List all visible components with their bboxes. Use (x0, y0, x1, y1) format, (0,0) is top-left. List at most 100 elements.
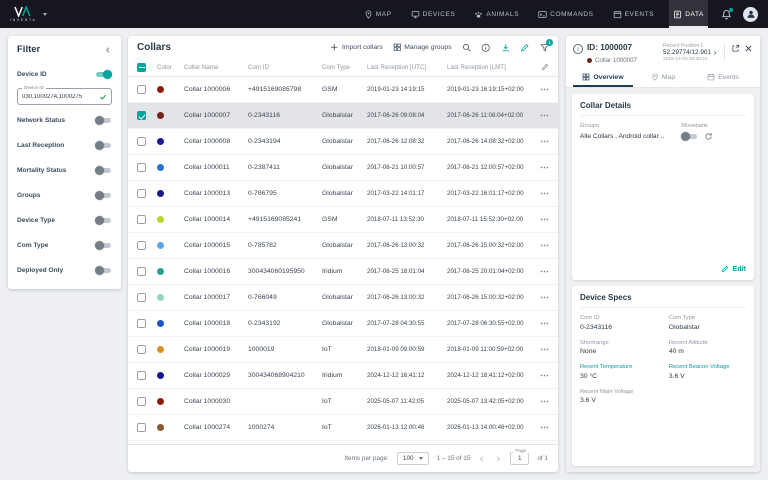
filter-toggle[interactable] (95, 191, 112, 200)
table-row[interactable]: Collar 1000014+4915169085241GSM2018-07-1… (128, 207, 558, 233)
row-checkbox[interactable] (137, 319, 146, 328)
notifications-button[interactable] (721, 9, 732, 20)
row-checkbox[interactable] (137, 215, 146, 224)
page-input[interactable]: Page 1 (510, 452, 529, 465)
row-more-button[interactable] (533, 426, 549, 429)
table-row[interactable]: Collar 10000110-2387411Globalstar2017-06… (128, 155, 558, 181)
com-type-cell: IoT (322, 398, 367, 405)
table-row[interactable]: Collar 10000191000019IoT2018-01-09 09:00… (128, 337, 558, 363)
row-more-button[interactable] (533, 270, 549, 273)
manage-groups-button[interactable]: Manage groups (393, 43, 452, 52)
row-more-button[interactable] (533, 88, 549, 91)
row-checkbox[interactable] (137, 423, 146, 432)
filter-toggle[interactable] (95, 141, 112, 150)
table-filter-button[interactable]: 1 (540, 43, 550, 53)
collapse-filter-button[interactable] (104, 46, 112, 54)
download-button[interactable] (501, 43, 511, 53)
table-row[interactable]: Collar 1000006+4915169085798GSM2019-01-2… (128, 77, 558, 103)
refresh-icon[interactable] (704, 132, 713, 141)
row-more-button[interactable] (533, 166, 549, 169)
row-checkbox[interactable] (137, 397, 146, 406)
row-more-button[interactable] (533, 218, 549, 221)
nav-item-commands[interactable]: COMMANDS (534, 0, 597, 28)
device-id-toggle[interactable] (95, 70, 112, 79)
items-per-page-select[interactable]: 100 (397, 452, 429, 465)
select-all-checkbox[interactable] (137, 63, 146, 72)
brand-logo[interactable]: INVENTA (10, 6, 47, 22)
filter-toggle[interactable] (95, 266, 112, 275)
collar-name-cell: Collar 1000006 (184, 86, 248, 93)
filter-toggle[interactable] (95, 166, 112, 175)
user-avatar[interactable] (743, 7, 758, 22)
row-more-button[interactable] (533, 114, 549, 117)
external-link-icon (731, 44, 740, 53)
table-row[interactable]: Collar 1000016300434060195950Iridium2017… (128, 259, 558, 285)
table-row[interactable]: Collar 10000150-785782Globalstar2017-06-… (128, 233, 558, 259)
filter-row: Network Status (17, 108, 112, 133)
table-row[interactable]: Collar 10000130-786795Globalstar2017-03-… (128, 181, 558, 207)
filter-toggle[interactable] (95, 241, 112, 250)
nav-item-map[interactable]: MAP (360, 0, 396, 28)
edit-button[interactable]: Edit (721, 264, 746, 273)
more-icon (540, 374, 549, 377)
info-button[interactable] (481, 43, 491, 53)
row-checkbox[interactable] (137, 293, 146, 302)
spec-label: Recent Altitude (669, 340, 746, 346)
row-more-button[interactable] (533, 348, 549, 351)
row-more-button[interactable] (533, 322, 549, 325)
movebank-toggle[interactable] (681, 132, 698, 141)
nav-item-data[interactable]: DATA (669, 0, 708, 28)
previous-page-button[interactable] (478, 455, 486, 463)
row-checkbox[interactable] (137, 189, 146, 198)
close-panel-button[interactable] (744, 44, 753, 53)
next-page-button[interactable] (494, 455, 502, 463)
column-color[interactable]: Color (157, 64, 184, 71)
row-checkbox[interactable] (137, 85, 146, 94)
spec-value: Globalstar (669, 324, 746, 331)
column-collar-name[interactable]: Collar Name (184, 64, 248, 71)
row-checkbox[interactable] (137, 371, 146, 380)
table-row[interactable]: Collar 10000180-2343192Globalstar2017-07… (128, 311, 558, 337)
column-com-type[interactable]: Com Type (322, 64, 367, 71)
row-checkbox[interactable] (137, 137, 146, 146)
table-row[interactable]: Collar 10002741000274IoT2026-01-13 12:00… (128, 415, 558, 441)
table-row[interactable]: Collar 10000170-766049Globalstar2017-06-… (128, 285, 558, 311)
row-more-button[interactable] (533, 400, 549, 403)
filter-toggle[interactable] (95, 216, 112, 225)
spec-value: 40 m (669, 348, 746, 355)
nav-item-devices[interactable]: DEVICES (407, 0, 460, 28)
row-checkbox[interactable] (137, 267, 146, 276)
search-button[interactable] (462, 43, 472, 53)
column-last-reception-utc[interactable]: Last Reception [UTC] (367, 64, 447, 71)
column-settings-button[interactable] (533, 63, 549, 71)
open-in-new-button[interactable] (731, 44, 740, 53)
filter-toggle[interactable] (95, 116, 112, 125)
tab-map[interactable]: Map (633, 68, 693, 87)
row-more-button[interactable] (533, 244, 549, 247)
table-row[interactable]: Collar 10000080-2343194Globalstar2017-06… (128, 129, 558, 155)
last-reception-lmt-cell: 2018-07-11 15:52:30+02:00 (447, 216, 533, 223)
import-collars-button[interactable]: Import collars (330, 43, 382, 52)
row-checkbox[interactable] (137, 111, 146, 120)
row-checkbox[interactable] (137, 241, 146, 250)
nav-item-events[interactable]: EVENTS (609, 0, 659, 28)
row-more-button[interactable] (533, 192, 549, 195)
row-more-button[interactable] (533, 296, 549, 299)
recent-position-value[interactable]: 52.29774/12.901 (663, 49, 718, 56)
column-com-id[interactable]: Com ID (248, 64, 322, 71)
table-row[interactable]: Collar 1000030IoT2025-05-07 11:42:052025… (128, 389, 558, 415)
table-row[interactable]: Collar 10000070-2343116Globalstar2017-06… (128, 103, 558, 129)
tab-events[interactable]: Events (693, 68, 753, 87)
tab-overview[interactable]: Overview (573, 68, 633, 87)
row-more-button[interactable] (533, 140, 549, 143)
row-more-button[interactable] (533, 374, 549, 377)
edit-collars-button[interactable] (520, 43, 530, 53)
row-checkbox[interactable] (137, 345, 146, 354)
table-row[interactable]: Collar 1000029300434068904210Iridium2024… (128, 363, 558, 389)
device-specs-title: Device Specs (580, 293, 746, 308)
nav-item-animals[interactable]: ANIMALS (470, 0, 523, 28)
row-checkbox[interactable] (137, 163, 146, 172)
nav-label: ANIMALS (486, 11, 519, 18)
column-last-reception-lmt[interactable]: Last Reception [LMT] (447, 64, 533, 71)
device-id-input[interactable]: Device ID 030,1000274,1000275 (17, 88, 112, 105)
